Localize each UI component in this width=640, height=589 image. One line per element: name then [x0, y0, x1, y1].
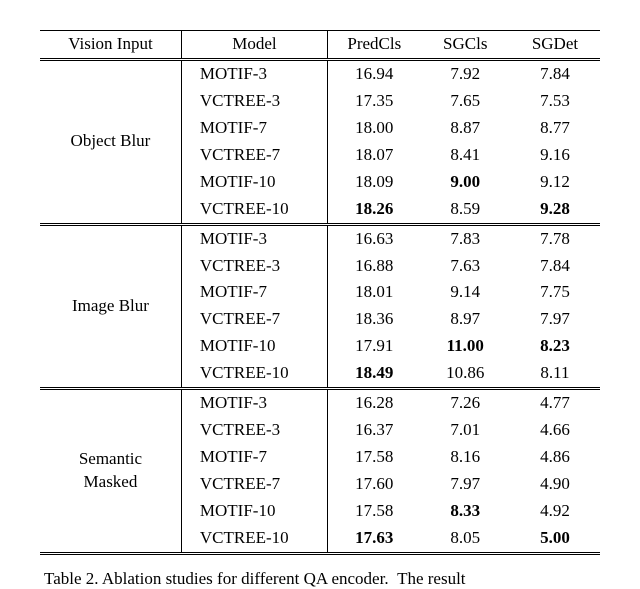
cell-sgdet: 8.77	[510, 115, 600, 142]
cell-sgcls: 8.41	[421, 142, 510, 169]
cell-predcls: 17.91	[328, 333, 421, 360]
cell-sgcls: 7.26	[421, 389, 510, 417]
cell-sgcls: 9.14	[421, 279, 510, 306]
cell-sgdet: 4.86	[510, 444, 600, 471]
col-header-predcls: PredCls	[328, 31, 421, 60]
table-caption: Table 2. Ablation studies for different …	[40, 569, 600, 589]
cell-sgcls: 8.16	[421, 444, 510, 471]
cell-model: VCTREE-3	[181, 88, 327, 115]
cell-sgdet: 7.97	[510, 306, 600, 333]
cell-model: VCTREE-10	[181, 525, 327, 553]
cell-sgdet: 7.75	[510, 279, 600, 306]
cell-predcls: 18.09	[328, 169, 421, 196]
cell-sgdet: 4.90	[510, 471, 600, 498]
table-header-row: Vision Input Model PredCls SGCls SGDet	[40, 31, 600, 60]
cell-predcls: 17.63	[328, 525, 421, 553]
cell-sgcls: 8.87	[421, 115, 510, 142]
cell-model: VCTREE-7	[181, 306, 327, 333]
cell-model: VCTREE-3	[181, 253, 327, 280]
cell-predcls: 16.94	[328, 59, 421, 87]
cell-sgcls: 7.92	[421, 59, 510, 87]
cell-sgdet: 7.53	[510, 88, 600, 115]
caption-text-suffix: The result	[397, 569, 465, 588]
cell-predcls: 16.37	[328, 417, 421, 444]
cell-sgdet: 4.77	[510, 389, 600, 417]
col-header-vision-input: Vision Input	[40, 31, 181, 60]
cell-model: MOTIF-7	[181, 115, 327, 142]
cell-model: VCTREE-7	[181, 471, 327, 498]
cell-model: VCTREE-7	[181, 142, 327, 169]
cell-model: VCTREE-3	[181, 417, 327, 444]
cell-predcls: 17.35	[328, 88, 421, 115]
cell-sgcls: 9.00	[421, 169, 510, 196]
group-label-object-blur: Object Blur	[40, 59, 181, 224]
group-label-image-blur: Image Blur	[40, 224, 181, 389]
cell-sgcls: 7.65	[421, 88, 510, 115]
cell-predcls: 18.00	[328, 115, 421, 142]
cell-predcls: 17.58	[328, 498, 421, 525]
cell-sgcls: 7.01	[421, 417, 510, 444]
caption-label: Table 2.	[44, 569, 99, 588]
table-row: Image Blur MOTIF-3 16.63 7.83 7.78	[40, 224, 600, 252]
cell-sgdet: 9.12	[510, 169, 600, 196]
cell-predcls: 18.36	[328, 306, 421, 333]
cell-sgcls: 7.97	[421, 471, 510, 498]
cell-sgcls: 7.83	[421, 224, 510, 252]
cell-model: MOTIF-3	[181, 389, 327, 417]
table-bottom-rule	[40, 553, 600, 555]
cell-model: MOTIF-10	[181, 498, 327, 525]
cell-predcls: 18.01	[328, 279, 421, 306]
cell-sgdet: 5.00	[510, 525, 600, 553]
cell-model: VCTREE-10	[181, 360, 327, 388]
table-row: Semantic Masked MOTIF-3 16.28 7.26 4.77	[40, 389, 600, 417]
cell-model: VCTREE-10	[181, 196, 327, 224]
cell-sgdet: 8.23	[510, 333, 600, 360]
cell-predcls: 17.60	[328, 471, 421, 498]
results-table: Vision Input Model PredCls SGCls SGDet O…	[40, 30, 600, 555]
cell-sgcls: 11.00	[421, 333, 510, 360]
cell-model: MOTIF-7	[181, 444, 327, 471]
col-header-model: Model	[181, 31, 327, 60]
cell-sgcls: 8.05	[421, 525, 510, 553]
cell-predcls: 16.28	[328, 389, 421, 417]
cell-predcls: 16.63	[328, 224, 421, 252]
cell-sgdet: 7.78	[510, 224, 600, 252]
cell-model: MOTIF-3	[181, 59, 327, 87]
cell-sgdet: 7.84	[510, 253, 600, 280]
col-header-sgdet: SGDet	[510, 31, 600, 60]
cell-sgcls: 8.33	[421, 498, 510, 525]
cell-sgdet: 9.28	[510, 196, 600, 224]
col-header-sgcls: SGCls	[421, 31, 510, 60]
cell-predcls: 18.07	[328, 142, 421, 169]
group-label-semantic-masked: Semantic Masked	[40, 389, 181, 554]
cell-sgdet: 4.92	[510, 498, 600, 525]
cell-sgdet: 4.66	[510, 417, 600, 444]
cell-sgcls: 8.97	[421, 306, 510, 333]
table-row: Object Blur MOTIF-3 16.94 7.92 7.84	[40, 59, 600, 87]
cell-model: MOTIF-10	[181, 169, 327, 196]
cell-model: MOTIF-10	[181, 333, 327, 360]
cell-sgdet: 9.16	[510, 142, 600, 169]
cell-sgcls: 10.86	[421, 360, 510, 388]
cell-sgdet: 8.11	[510, 360, 600, 388]
cell-predcls: 16.88	[328, 253, 421, 280]
cell-model: MOTIF-7	[181, 279, 327, 306]
cell-sgdet: 7.84	[510, 59, 600, 87]
cell-sgcls: 7.63	[421, 253, 510, 280]
cell-predcls: 17.58	[328, 444, 421, 471]
cell-predcls: 18.49	[328, 360, 421, 388]
caption-text-prefix: Ablation studies for different QA encode…	[99, 569, 385, 588]
cell-predcls: 18.26	[328, 196, 421, 224]
cell-model: MOTIF-3	[181, 224, 327, 252]
cell-sgcls: 8.59	[421, 196, 510, 224]
